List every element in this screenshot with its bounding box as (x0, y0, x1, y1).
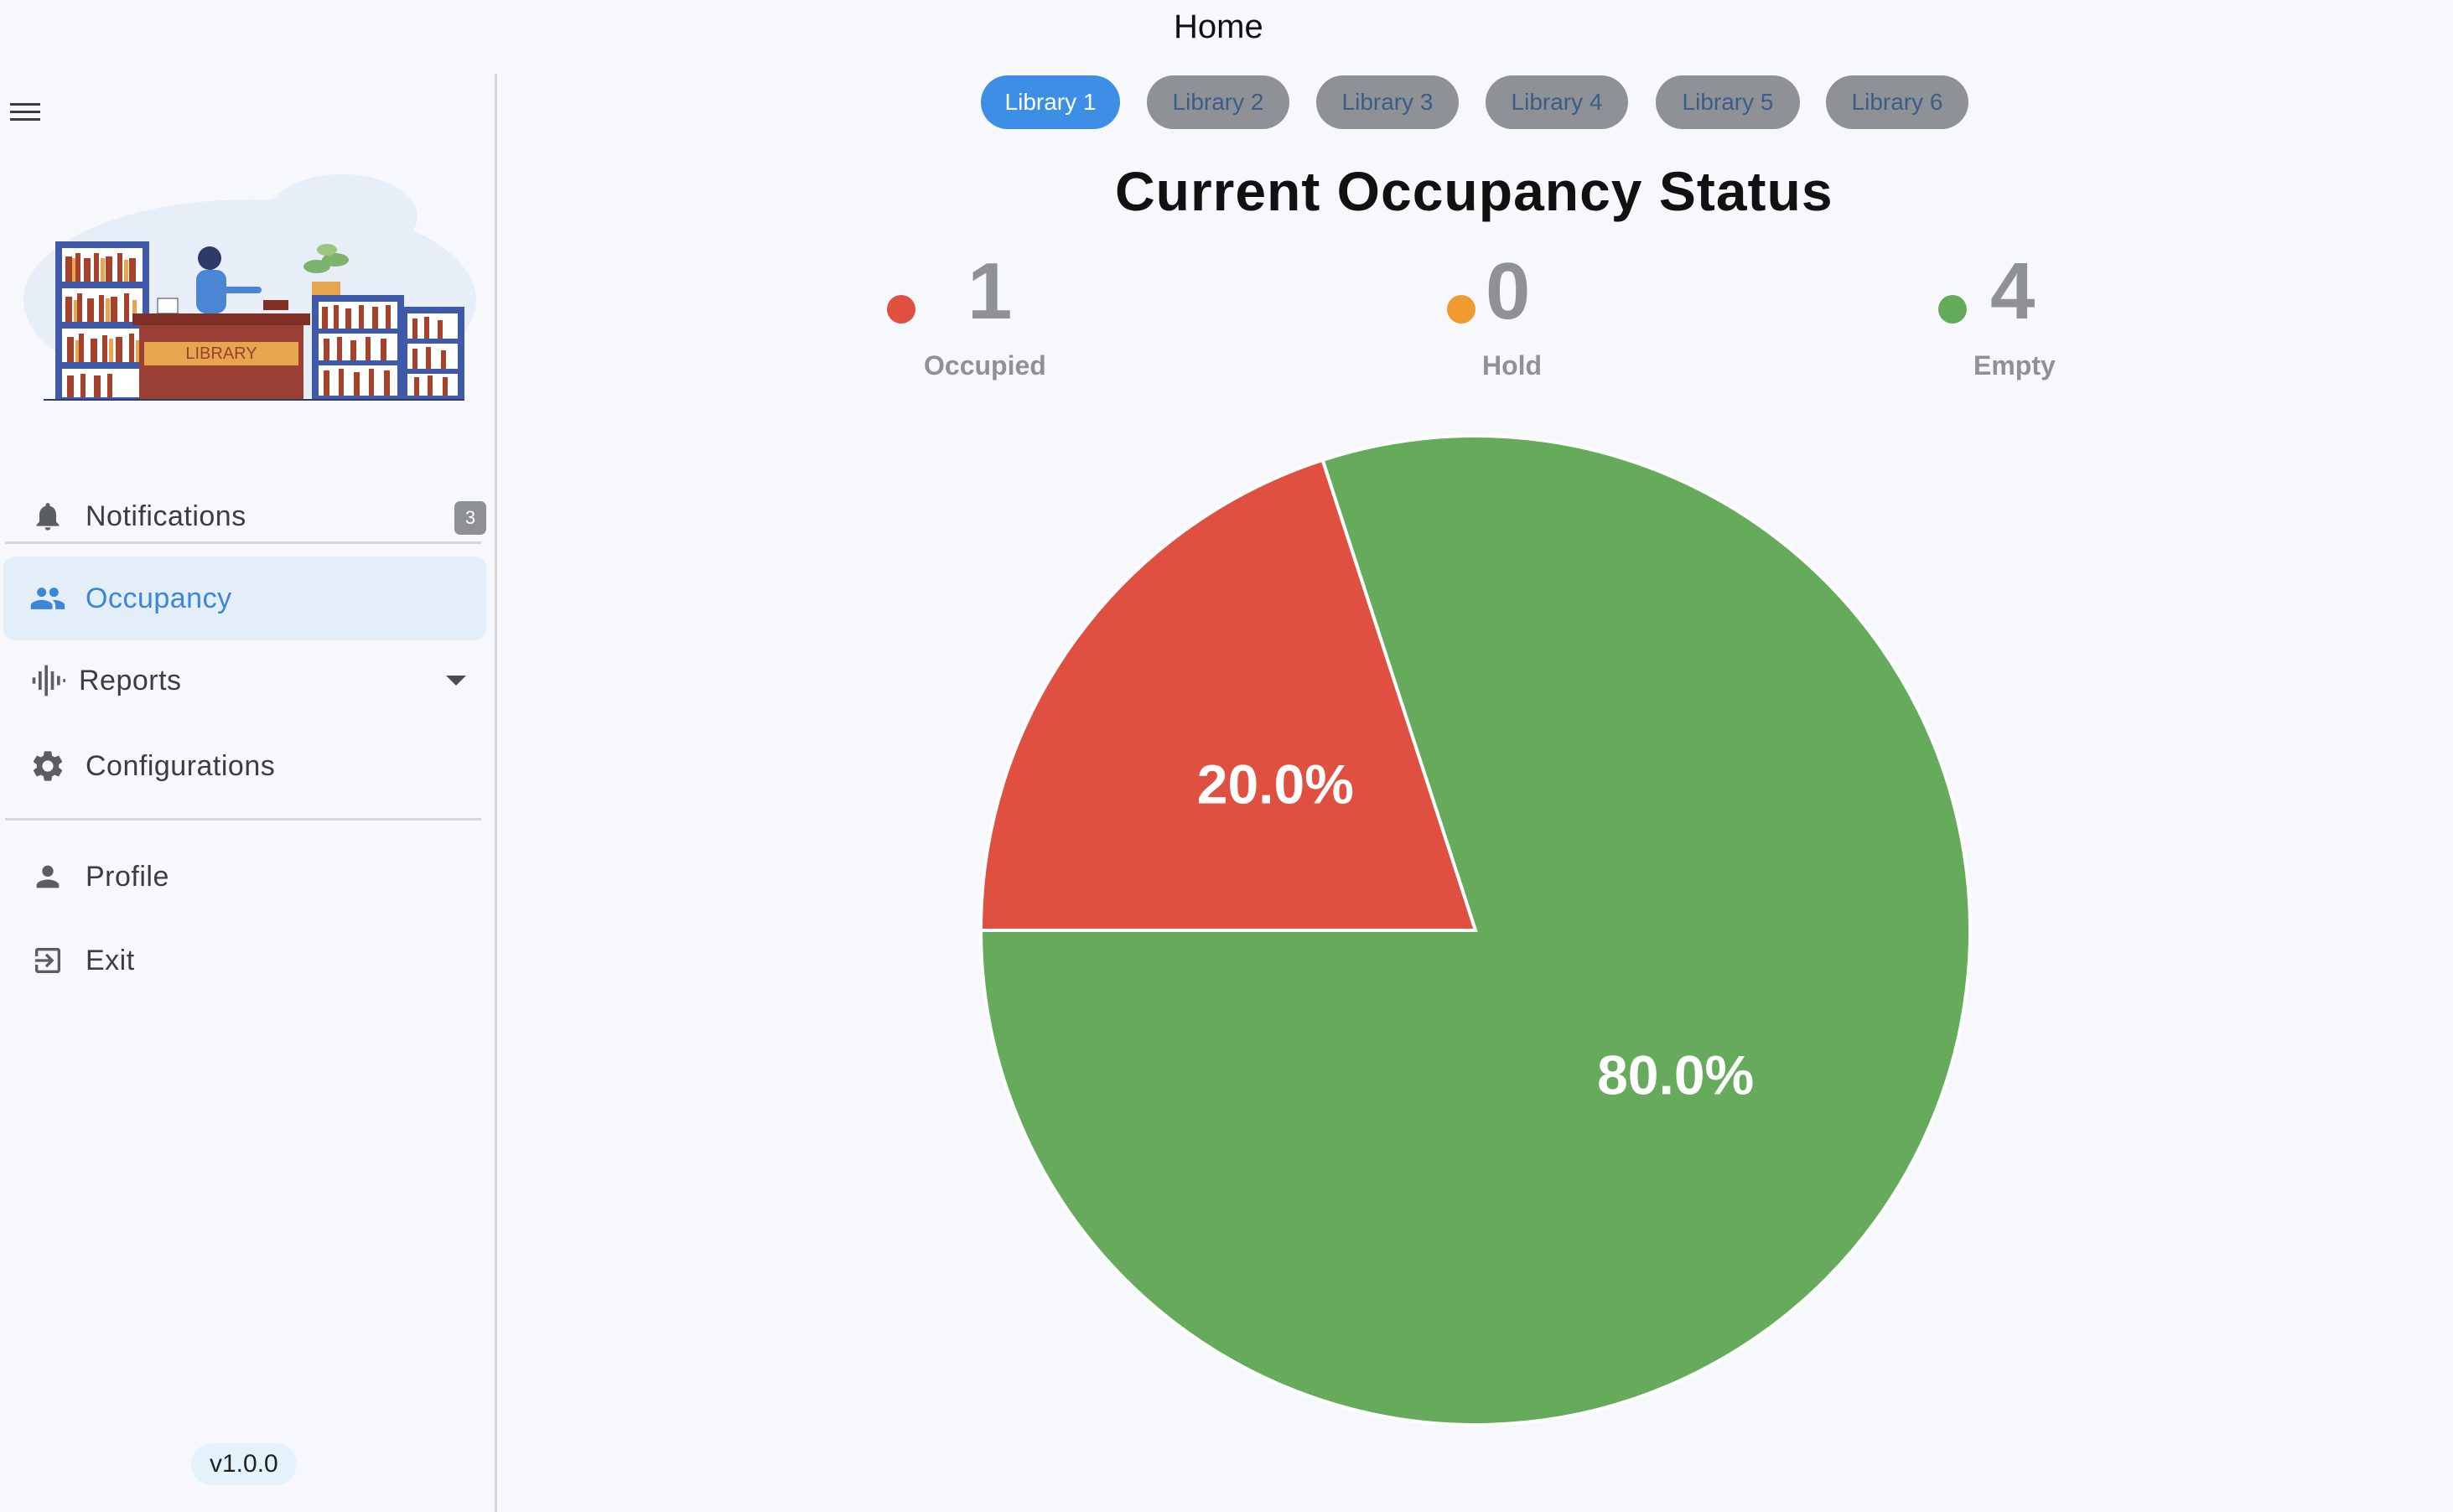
occupied-legend-dot (887, 295, 915, 324)
notification-count-badge: 3 (454, 501, 486, 535)
tab-library-2[interactable]: Library 2 (1147, 75, 1289, 129)
empty-count: 4 (1990, 246, 2036, 336)
library-sign-text: LIBRARY (185, 344, 257, 363)
occupancy-status-title: Current Occupancy Status (1115, 160, 1833, 222)
hamburger-menu-icon[interactable] (8, 96, 42, 129)
sidebar-divider (5, 541, 481, 544)
pie-label-occupied: 20.0% (1197, 753, 1354, 816)
occupied-label: Occupied (924, 350, 1046, 381)
sidebar-item-label: Reports (79, 664, 182, 696)
hold-count: 0 (1486, 246, 1531, 336)
sidebar-item-notifications[interactable]: Notifications 3 (3, 474, 486, 558)
library-illustration: LIBRARY (23, 174, 476, 401)
occupancy-pie-chart: 20.0% 80.0% (978, 434, 1972, 1427)
bell-icon (29, 497, 67, 536)
pie-label-empty: 80.0% (1597, 1043, 1754, 1106)
sidebar: LIBRARY Notifications 3 Occupancy Report… (0, 74, 497, 1512)
sidebar-divider (5, 818, 481, 821)
sidebar-item-profile[interactable]: Profile (3, 835, 486, 919)
hold-label: Hold (1482, 350, 1543, 381)
sidebar-item-configurations[interactable]: Configurations (3, 724, 486, 808)
sidebar-item-reports[interactable]: Reports (3, 639, 486, 722)
sidebar-item-label: Notifications (86, 500, 246, 532)
version-badge: v1.0.0 (191, 1443, 297, 1485)
sidebar-item-label: Occupancy (86, 582, 232, 614)
empty-label: Empty (1973, 350, 2056, 381)
gear-icon (29, 747, 67, 785)
sidebar-item-exit[interactable]: Exit (3, 919, 486, 1002)
chevron-down-icon[interactable] (446, 676, 466, 686)
sidebar-item-label: Profile (86, 860, 169, 893)
page-title: Home (1174, 8, 1263, 45)
sidebar-item-label: Configurations (86, 749, 276, 782)
tab-library-5[interactable]: Library 5 (1656, 75, 1800, 129)
tab-library-1[interactable]: Library 1 (981, 75, 1120, 129)
person-icon (29, 857, 67, 896)
exit-icon (29, 941, 67, 980)
tab-library-4[interactable]: Library 4 (1486, 75, 1628, 129)
tab-library-6[interactable]: Library 6 (1826, 75, 1968, 129)
occupied-count: 1 (967, 246, 1013, 336)
sidebar-item-label: Exit (86, 944, 135, 976)
hold-legend-dot (1447, 295, 1475, 324)
people-icon (29, 579, 67, 618)
tab-library-3[interactable]: Library 3 (1316, 75, 1459, 129)
empty-legend-dot (1938, 295, 1967, 324)
sidebar-item-occupancy[interactable]: Occupancy (3, 557, 486, 640)
waveform-icon (29, 661, 67, 700)
